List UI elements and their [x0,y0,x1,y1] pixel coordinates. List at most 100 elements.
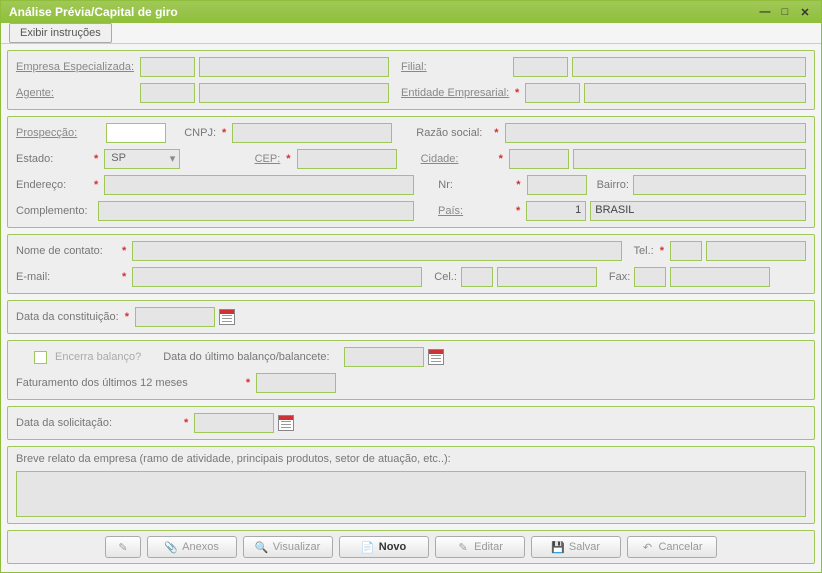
filial-label[interactable]: Filial: [401,61,509,73]
close-icon[interactable]: ✕ [797,5,813,19]
entidade-code[interactable] [525,83,580,103]
bairro-field[interactable] [633,175,806,195]
novo-button[interactable]: 📄Novo [339,536,429,558]
required-mark: * [514,205,522,217]
draw-button[interactable]: ✎ [105,536,141,558]
faturamento-field[interactable] [256,373,336,393]
fax-num[interactable] [670,267,770,287]
estado-label: Estado: [16,153,88,165]
agente-code[interactable] [140,83,195,103]
cidade-code[interactable] [509,149,569,169]
entidade-name[interactable] [584,83,806,103]
cel-label: Cel.: [434,271,457,283]
bottombar: ✎ 📎Anexos 🔍Visualizar 📄Novo ✎Editar 💾 Sal… [7,530,815,564]
cidade-name[interactable] [573,149,806,169]
data-const-field[interactable] [135,307,215,327]
complemento-label: Complemento: [16,205,94,217]
cep-label[interactable]: CEP: [244,153,280,165]
filial-name[interactable] [572,57,806,77]
titlebar: Análise Prévia/Capital de giro — □ ✕ [1,1,821,23]
maximize-icon[interactable]: □ [777,5,793,19]
empresa-especializada-name[interactable] [199,57,389,77]
required-mark: * [513,87,521,99]
relato-textarea[interactable] [16,471,806,517]
panel-constituicao: Data da constituição: * [7,300,815,334]
cidade-label[interactable]: Cidade: [421,153,493,165]
endereco-field[interactable] [104,175,414,195]
anexos-button[interactable]: 📎Anexos [147,536,237,558]
cnpj-label: CNPJ: [180,127,216,139]
cel-num[interactable] [497,267,597,287]
tel-label: Tel.: [634,245,654,257]
cel-ddd[interactable] [461,267,493,287]
cep-field[interactable] [297,149,397,169]
data-const-label: Data da constituição: [16,311,119,323]
data-balanco-field[interactable] [344,347,424,367]
calendar-icon[interactable] [278,415,294,431]
pais-name[interactable]: BRASIL [590,201,806,221]
salvar-button[interactable]: 💾 Salvar [531,536,621,558]
endereco-label: Endereço: [16,179,88,191]
data-solic-field[interactable] [194,413,274,433]
prospeccao-field[interactable] [106,123,166,143]
toolbar: Exibir instruções [1,23,821,44]
cnpj-field[interactable] [232,123,392,143]
window-title: Análise Prévia/Capital de giro [9,5,753,19]
cancelar-button[interactable]: ↶Cancelar [627,536,717,558]
encerra-checkbox[interactable] [34,351,47,364]
estado-select[interactable]: SP [104,149,180,169]
panel-solicitacao: Data da solicitação: * [7,406,815,440]
relato-label: Breve relato da empresa (ramo de ativida… [16,453,451,465]
faturamento-label: Faturamento dos últimos 12 meses [16,377,188,389]
razao-field[interactable] [505,123,806,143]
save-icon: 💾 [552,541,564,553]
instructions-button[interactable]: Exibir instruções [9,23,112,43]
nr-label: Nr: [438,179,510,191]
required-mark: * [514,179,522,191]
panel-balanco: Encerra balanço? Data do último balanço/… [7,340,815,400]
anexos-label: Anexos [182,541,219,553]
required-mark: * [92,153,100,165]
email-field[interactable] [132,267,422,287]
required-mark: * [123,311,131,323]
nome-contato-label: Nome de contato: [16,245,116,257]
prospeccao-label[interactable]: Prospecção: [16,127,88,139]
entidade-label[interactable]: Entidade Empresarial: [401,87,509,99]
empresa-especializada-label[interactable]: Empresa Especializada: [16,61,136,73]
pais-code[interactable]: 1 [526,201,586,221]
minimize-icon[interactable]: — [757,5,773,19]
nr-field[interactable] [527,175,587,195]
panel-relato: Breve relato da empresa (ramo de ativida… [7,446,815,524]
agente-label[interactable]: Agente: [16,87,136,99]
filial-code[interactable] [513,57,568,77]
empresa-especializada-code[interactable] [140,57,195,77]
required-mark: * [120,245,128,257]
required-mark: * [244,377,252,389]
razao-label: Razão social: [416,127,488,139]
panel-prospeccao: Prospecção: CNPJ: * Razão social: * Esta… [7,116,815,228]
nome-contato-field[interactable] [132,241,621,261]
editar-label: Editar [474,541,503,553]
agente-name[interactable] [199,83,389,103]
novo-label: Novo [379,541,407,553]
editar-button[interactable]: ✎Editar [435,536,525,558]
complemento-field[interactable] [98,201,414,221]
content: Empresa Especializada: Filial: Agente: E… [1,44,821,536]
salvar-label: Salvar [569,541,600,553]
required-mark: * [658,245,666,257]
required-mark: * [284,153,292,165]
required-mark: * [120,271,128,283]
fax-ddd[interactable] [634,267,666,287]
required-mark: * [492,127,500,139]
pencil-icon: ✎ [117,541,129,553]
calendar-icon[interactable] [428,349,444,365]
required-mark: * [182,417,190,429]
tel-ddd[interactable] [670,241,702,261]
panel-company: Empresa Especializada: Filial: Agente: E… [7,50,815,110]
undo-icon: ↶ [641,541,653,553]
tel-num[interactable] [706,241,806,261]
email-label: E-mail: [16,271,116,283]
calendar-icon[interactable] [219,309,235,325]
pais-label[interactable]: País: [438,205,510,217]
visualizar-button[interactable]: 🔍Visualizar [243,536,333,558]
